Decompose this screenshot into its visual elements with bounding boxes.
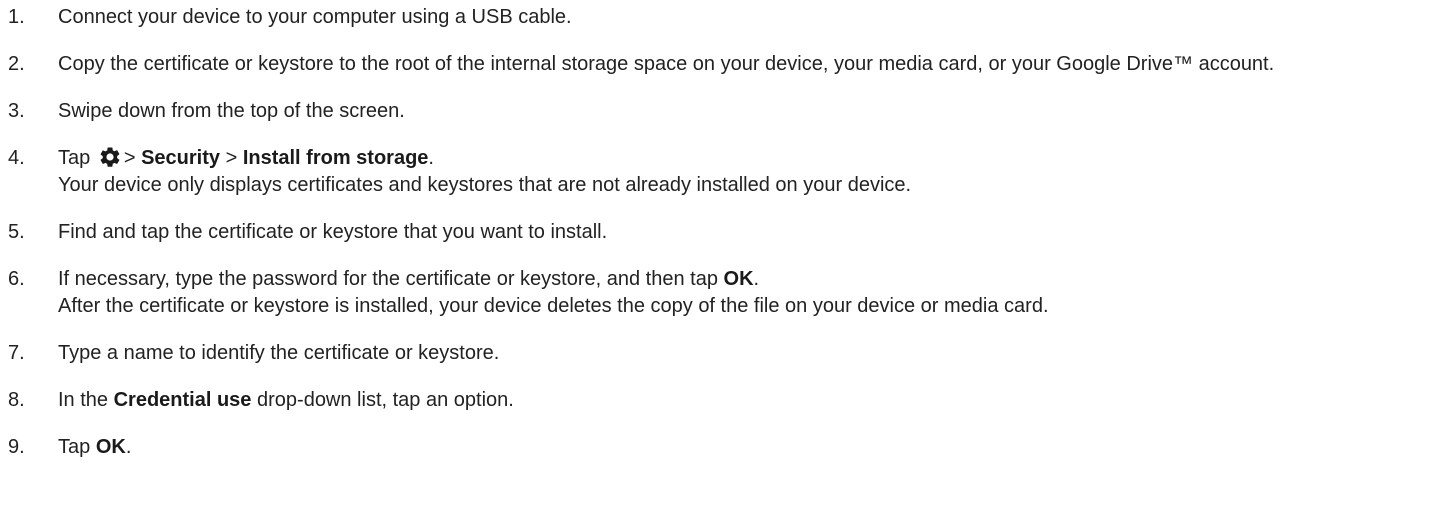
security-label: Security xyxy=(141,147,220,169)
separator: > xyxy=(225,147,238,169)
step-body: If necessary, type the password for the … xyxy=(58,266,1434,320)
step-3: 3. Swipe down from the top of the screen… xyxy=(0,98,1434,125)
step-number: 1. xyxy=(8,6,25,28)
step-note: Your device only displays certificates a… xyxy=(58,174,912,196)
step-8: 8. In the Credential use drop-down list,… xyxy=(0,387,1434,414)
step-6: 6. If necessary, type the password for t… xyxy=(0,266,1434,320)
step-text: Copy the certificate or keystore to the … xyxy=(58,53,1275,75)
step-text: Type a name to identify the certificate … xyxy=(58,342,500,364)
install-from-storage-label: Install from storage xyxy=(242,147,429,169)
step-number: 6. xyxy=(8,268,25,290)
step-1: 1. Connect your device to your computer … xyxy=(0,4,1434,31)
ok-label: OK xyxy=(723,268,754,290)
step-text: Connect your device to your computer usi… xyxy=(58,6,572,28)
step-instruction: If necessary, type the password for the … xyxy=(58,268,759,290)
step-5: 5. Find and tap the certificate or keyst… xyxy=(0,219,1434,246)
step-body: In the Credential use drop-down list, ta… xyxy=(58,387,1434,414)
step-number: 8. xyxy=(8,389,25,411)
period: . xyxy=(753,268,760,290)
step-number: 3. xyxy=(8,100,25,122)
instruction-text: drop-down list, tap an option. xyxy=(257,389,514,411)
tap-word: Tap xyxy=(58,436,91,458)
instruction-text: In the xyxy=(58,389,109,411)
instruction-text: If necessary, type the password for the … xyxy=(58,268,718,290)
tap-word: Tap xyxy=(58,147,91,169)
step-number: 9. xyxy=(8,436,25,458)
step-2: 2. Copy the certificate or keystore to t… xyxy=(0,51,1434,78)
step-4: 4. Tap > Security > Install from storage… xyxy=(0,145,1434,199)
step-number: 7. xyxy=(8,342,25,364)
step-number: 2. xyxy=(8,53,25,75)
ok-label: OK xyxy=(95,436,126,458)
step-instruction: Tap > Security > Install from storage. xyxy=(58,147,434,169)
step-text: Swipe down from the top of the screen. xyxy=(58,100,405,122)
step-body: Tap > Security > Install from storage. Y… xyxy=(58,145,1434,199)
step-number: 4. xyxy=(8,147,25,169)
period: . xyxy=(125,436,132,458)
separator: > xyxy=(123,147,136,169)
period: . xyxy=(428,147,434,169)
instruction-steps-list: 1. Connect your device to your computer … xyxy=(0,0,1434,461)
step-9: 9. Tap OK. xyxy=(0,434,1434,461)
step-7: 7. Type a name to identify the certifica… xyxy=(0,340,1434,367)
step-body: Tap OK. xyxy=(58,434,1434,461)
settings-gear-icon xyxy=(100,147,120,167)
step-text: Find and tap the certificate or keystore… xyxy=(58,221,608,243)
credential-use-label: Credential use xyxy=(113,389,252,411)
step-number: 5. xyxy=(8,221,25,243)
step-note: After the certificate or keystore is ins… xyxy=(58,295,1049,317)
